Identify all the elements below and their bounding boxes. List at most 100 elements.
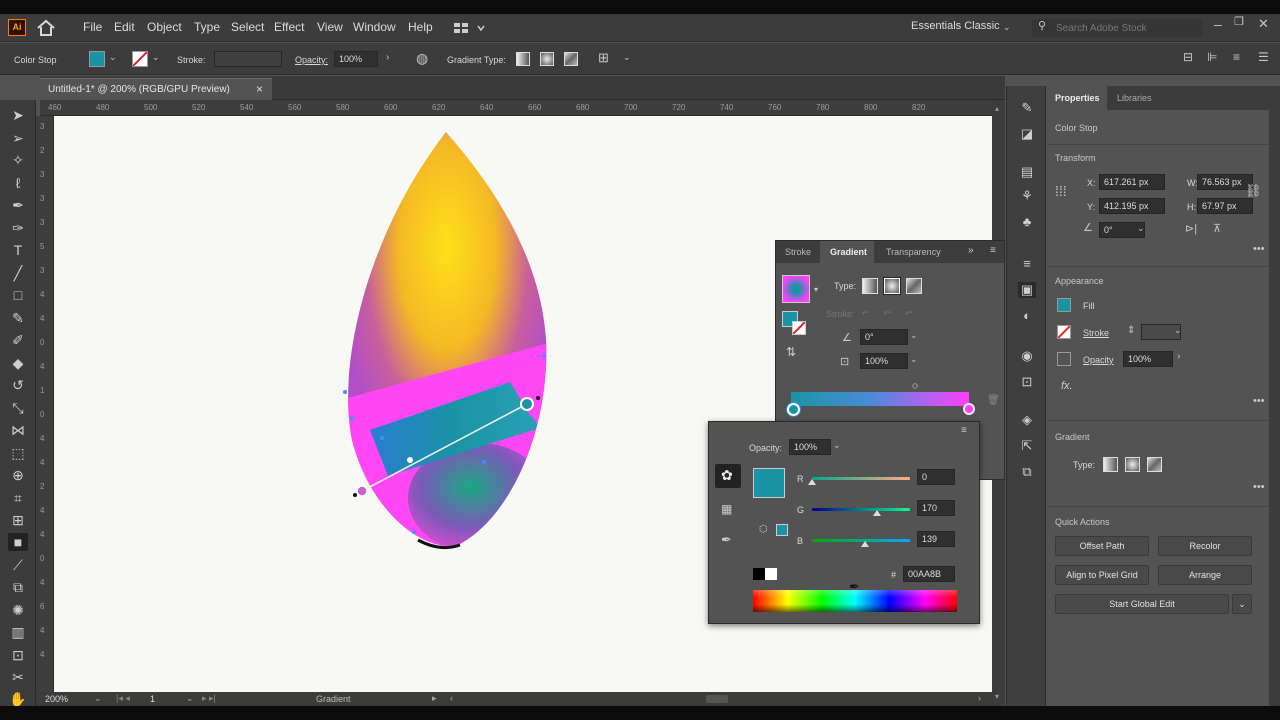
shaper-tool-icon[interactable]: ✐	[8, 331, 28, 349]
eraser-tool-icon[interactable]: ◆	[8, 354, 28, 372]
align-to-pixel-grid-button[interactable]: Align to Pixel Grid	[1055, 565, 1149, 585]
transparency-panel-icon[interactable]: ◐	[1018, 308, 1036, 324]
zoom-level[interactable]: 200%	[45, 694, 68, 704]
white-swatch[interactable]	[765, 568, 777, 580]
angle-dropdown-icon[interactable]: ⌄	[910, 331, 918, 340]
opacity-field[interactable]: 100%	[1123, 351, 1173, 367]
lasso-tool-icon[interactable]: ℓ	[8, 174, 28, 192]
shape-builder-tool-icon[interactable]: ⊕	[8, 466, 28, 484]
status-menu-icon[interactable]: ▸	[432, 693, 437, 704]
chevron-right-icon[interactable]: ›	[386, 53, 389, 63]
more-options-icon[interactable]: •••	[1253, 244, 1265, 255]
fx-icon[interactable]: fx.	[1061, 380, 1073, 392]
workspace-switcher[interactable]: Essentials Classic	[911, 20, 1000, 32]
gradient-tool-icon[interactable]: ■	[8, 533, 28, 551]
gradient-stop-start[interactable]	[787, 403, 800, 416]
tab-properties[interactable]: Properties	[1047, 86, 1107, 110]
black-swatch[interactable]	[753, 568, 765, 580]
flip-horizontal-icon[interactable]: ⊳|	[1185, 224, 1197, 235]
web-safe-swatch[interactable]	[776, 524, 788, 536]
eyedropper-tool-icon[interactable]: ⟋	[8, 556, 28, 574]
h-field[interactable]: 67.97 px	[1197, 198, 1253, 214]
offset-path-button[interactable]: Offset Path	[1055, 536, 1149, 556]
rotate-dropdown-icon[interactable]: ⌄	[1137, 224, 1145, 233]
recolor-icon[interactable]: ◍	[416, 51, 428, 65]
export-panel-icon[interactable]: ⇱	[1018, 438, 1036, 454]
arrange-documents-icon[interactable]	[453, 21, 487, 35]
hex-field[interactable]: 00AA8B	[903, 566, 955, 582]
symbol-sprayer-tool-icon[interactable]: ✺	[8, 601, 28, 619]
tab-libraries[interactable]: Libraries	[1117, 93, 1152, 103]
gradient-linear-icon[interactable]	[862, 278, 878, 294]
stroke-color-swatch[interactable]	[1057, 325, 1071, 339]
stroke-along-icon[interactable]: ⌐	[884, 305, 891, 319]
brushes-panel-icon[interactable]: ▤	[1018, 164, 1036, 180]
reference-point-icon[interactable]: ⁞⁞⁞	[1055, 184, 1067, 198]
gradient-linear-icon[interactable]	[516, 52, 530, 66]
line-tool-icon[interactable]: ╱	[8, 264, 28, 282]
menu-effect[interactable]: Effect	[274, 20, 304, 34]
color-opacity-field[interactable]: 100%	[789, 439, 831, 455]
distribute-icon[interactable]: ⊫	[1207, 51, 1217, 63]
r-slider[interactable]	[812, 477, 910, 480]
midpoint-diamond-icon[interactable]: ◇	[912, 381, 918, 390]
type-tool-icon[interactable]: T	[8, 241, 28, 259]
current-color-swatch[interactable]	[753, 468, 785, 498]
g-field[interactable]: 170	[917, 500, 955, 516]
eyedropper-icon[interactable]: ✒	[721, 532, 732, 548]
g-slider-thumb[interactable]	[873, 510, 882, 516]
stroke-across-icon[interactable]: ⌐	[906, 305, 913, 319]
stroke-panel-icon[interactable]: ≡	[1018, 256, 1036, 272]
fill-stroke-stroke-swatch[interactable]	[792, 321, 806, 335]
r-field[interactable]: 0	[917, 469, 955, 485]
menu-type[interactable]: Type	[194, 20, 220, 34]
constrain-proportions-icon[interactable]: ⛓	[1245, 184, 1262, 197]
swatches-panel-icon[interactable]: ◪	[1018, 126, 1036, 142]
panel-menu-icon[interactable]: ☰	[1258, 51, 1269, 63]
pen-tool-icon[interactable]: ✒	[8, 196, 28, 214]
appearance-panel-icon[interactable]: ◉	[1018, 348, 1036, 364]
scroll-right-icon[interactable]: ›	[978, 693, 981, 703]
close-tab-icon[interactable]: ×	[256, 82, 263, 96]
horizontal-scroll-thumb[interactable]	[706, 695, 728, 703]
align-dock-icon[interactable]: ⊡	[1018, 374, 1036, 390]
minimize-icon[interactable]: –	[1214, 17, 1222, 31]
artboards-panel-icon[interactable]: ⧉	[1018, 464, 1036, 480]
layers-panel-icon[interactable]: ◈	[1018, 412, 1036, 428]
stroke-label[interactable]: Stroke	[1083, 328, 1109, 338]
magic-wand-tool-icon[interactable]: ✧	[8, 151, 28, 169]
global-edit-dropdown-icon[interactable]: ⌄	[1232, 594, 1252, 614]
gradient-radial-icon[interactable]	[1125, 457, 1140, 472]
gradient-freeform-icon[interactable]	[906, 278, 922, 294]
artboard-tool-icon[interactable]: ⊡	[8, 646, 28, 664]
opacity-field[interactable]: 100%	[334, 51, 378, 67]
artboard-dropdown-icon[interactable]: ⌄	[186, 693, 194, 704]
flip-vertical-icon[interactable]: ⊼	[1213, 224, 1221, 235]
gradient-radial-icon[interactable]	[540, 52, 554, 66]
reverse-gradient-icon[interactable]: ⇅	[786, 345, 796, 359]
rectangle-tool-icon[interactable]: □	[8, 286, 28, 304]
stroke-weight-field[interactable]	[214, 51, 282, 67]
color-panel-menu-icon[interactable]: ≡	[961, 425, 967, 436]
aspect-ratio-field[interactable]: 100%	[860, 353, 908, 369]
gradient-preset-dropdown-icon[interactable]: ▾	[814, 285, 818, 294]
chevron-down-icon[interactable]: ⌄	[623, 53, 631, 62]
width-tool-icon[interactable]: ⋈	[8, 421, 28, 439]
tab-transparency[interactable]: Transparency	[886, 247, 941, 257]
selection-tool-icon[interactable]: ➤	[8, 106, 28, 124]
color-opacity-dropdown-icon[interactable]: ⌄	[833, 441, 841, 450]
tab-stroke[interactable]: Stroke	[785, 247, 811, 257]
mesh-tool-icon[interactable]: ⊞	[8, 511, 28, 529]
next-artboard-icon[interactable]: ▸ ▸|	[202, 693, 216, 704]
tab-gradient[interactable]: Gradient	[820, 241, 874, 263]
gradient-stop-end[interactable]	[963, 403, 975, 415]
g-slider[interactable]	[812, 508, 910, 511]
stroke-within-icon[interactable]: ⌐	[862, 305, 869, 319]
stroke-none-swatch[interactable]	[132, 51, 148, 67]
scale-tool-icon[interactable]: ⤡	[8, 399, 28, 417]
menu-view[interactable]: View	[317, 20, 343, 34]
start-global-edit-button[interactable]: Start Global Edit	[1055, 594, 1229, 614]
align-icon[interactable]: ⊞	[598, 51, 609, 64]
home-icon[interactable]	[36, 19, 56, 37]
recolor-button[interactable]: Recolor	[1158, 536, 1252, 556]
